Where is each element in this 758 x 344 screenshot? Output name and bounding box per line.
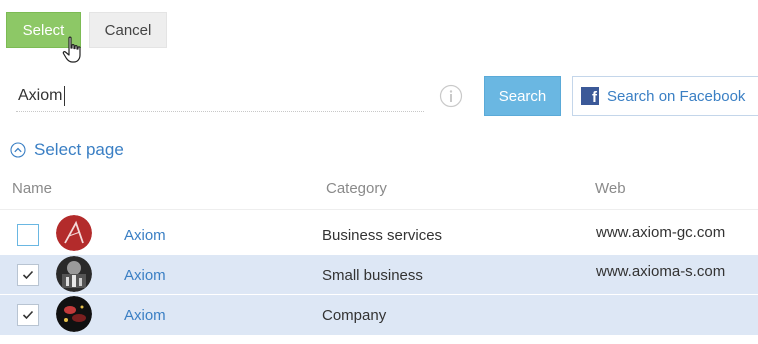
row-category: Business services — [322, 227, 443, 244]
search-on-facebook-button[interactable]: f Search on Facebook — [572, 76, 758, 116]
row-category: Small business — [322, 267, 423, 284]
column-header-category: Category — [326, 180, 387, 197]
info-icon[interactable] — [439, 84, 463, 108]
table-row[interactable]: Axiom Company — [0, 295, 758, 335]
chevron-up-circle-icon — [10, 142, 26, 158]
check-icon — [22, 310, 34, 320]
table-row[interactable]: Axiom Business services www.axiom-gc.com — [0, 215, 758, 255]
search-input[interactable] — [16, 80, 424, 112]
row-checkbox[interactable] — [17, 224, 39, 246]
cancel-button[interactable]: Cancel — [89, 12, 167, 48]
select-page-label: Select page — [34, 140, 124, 159]
row-checkbox[interactable] — [17, 304, 39, 326]
row-web: www.axiom-gc.com — [596, 224, 726, 241]
avatar — [56, 215, 92, 251]
facebook-icon: f — [581, 87, 599, 105]
search-on-facebook-label: Search on Facebook — [607, 87, 746, 105]
row-web: www.axioma-s.com — [596, 263, 726, 280]
search-button[interactable]: Search — [484, 76, 561, 116]
row-name-link[interactable]: Axiom — [124, 267, 166, 284]
column-header-web: Web — [595, 180, 626, 197]
column-header-name: Name — [12, 180, 53, 197]
check-icon — [22, 270, 34, 280]
row-checkbox[interactable] — [17, 264, 39, 286]
avatar — [56, 296, 92, 332]
row-name-link[interactable]: Axiom — [124, 307, 166, 324]
row-category: Company — [322, 307, 387, 324]
header-divider — [0, 209, 758, 210]
table-row[interactable]: Axiom Small business www.axioma-s.com — [0, 255, 758, 295]
select-page-link[interactable]: Select page — [10, 138, 124, 162]
avatar — [56, 256, 92, 292]
hand-pointer-icon — [62, 36, 81, 63]
text-caret — [64, 86, 65, 106]
row-name-link[interactable]: Axiom — [124, 227, 166, 244]
